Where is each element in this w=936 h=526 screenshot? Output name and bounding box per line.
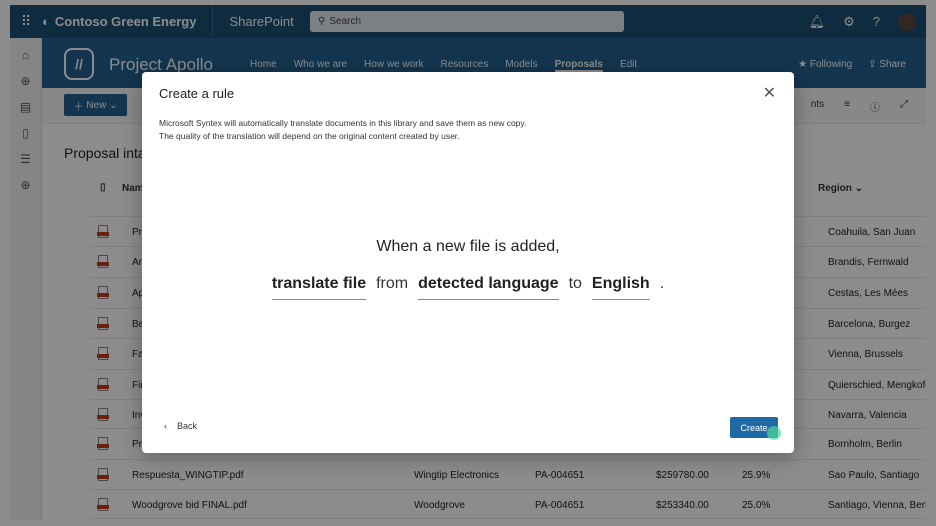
- dialog-title: Create a rule: [159, 86, 235, 101]
- rule-sentence: translate file from detected language to…: [142, 275, 794, 300]
- create-rule-dialog: Create a rule ✕ Microsoft Syntex will au…: [142, 72, 794, 453]
- back-label: Back: [177, 421, 198, 431]
- target-language-picker[interactable]: English: [591, 275, 650, 300]
- description-line-2: The quality of the translation will depe…: [159, 131, 460, 141]
- rule-trigger: When a new file is added,: [376, 238, 560, 255]
- close-icon[interactable]: ✕: [763, 83, 776, 103]
- description-line-1: Microsoft Syntex will automatically tran…: [159, 118, 527, 128]
- action-picker[interactable]: translate file: [271, 275, 367, 300]
- back-button[interactable]: ‹ Back: [164, 421, 197, 431]
- dialog-description: Microsoft Syntex will automatically tran…: [159, 117, 526, 143]
- source-language-picker[interactable]: detected language: [418, 275, 559, 300]
- to-label: to: [568, 275, 582, 292]
- chevron-left-icon: ‹: [164, 421, 167, 431]
- mouse-cursor-highlight: [767, 426, 781, 440]
- period: .: [659, 275, 665, 292]
- from-label: from: [376, 275, 409, 292]
